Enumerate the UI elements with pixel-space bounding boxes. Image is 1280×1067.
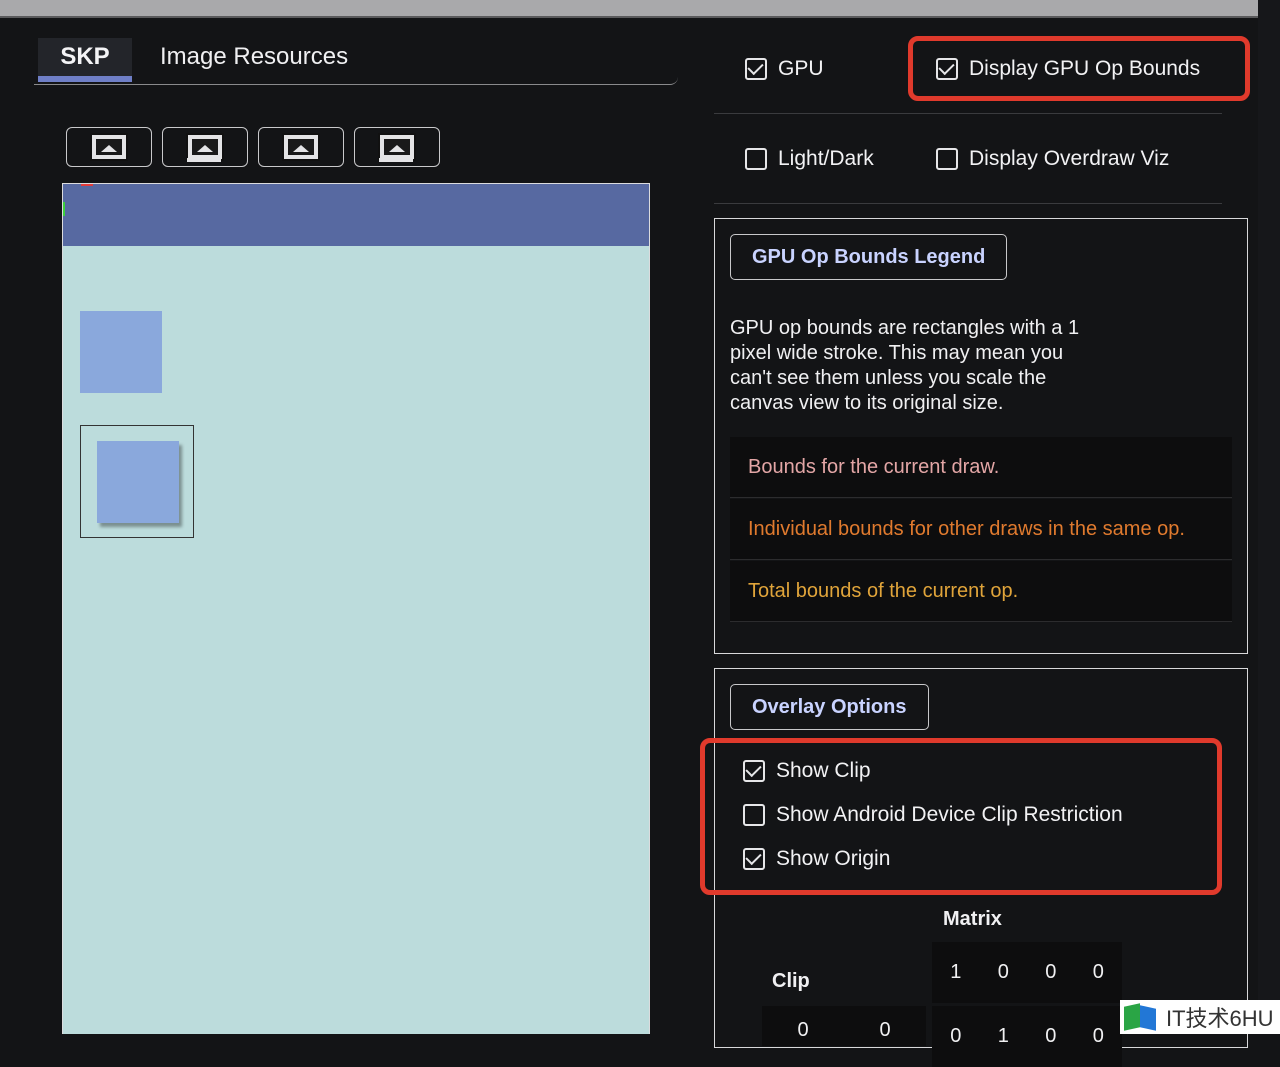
- tab-skp[interactable]: SKP: [38, 38, 132, 82]
- matrix-cell: 0: [1092, 1025, 1104, 1047]
- checkbox-unchecked-icon: [745, 148, 767, 170]
- gpu-op-bounds-legend-panel: GPU Op Bounds Legend GPU op bounds are r…: [714, 218, 1248, 654]
- bar-indicator: [187, 158, 221, 162]
- window-top-bar: [0, 0, 1258, 18]
- watermark: IT技术6HU: [1120, 1000, 1280, 1034]
- matrix-cell: 0: [1045, 961, 1057, 983]
- matrix-cell: 0: [950, 1025, 962, 1047]
- origin-marker-y: [63, 202, 65, 216]
- display-overdraw-viz-label: Display Overdraw Viz: [969, 147, 1170, 170]
- matrix-row-2: 0 1 0 0: [932, 1006, 1122, 1067]
- gpu-checkbox[interactable]: GPU: [745, 54, 824, 84]
- checkbox-checked-icon: [745, 58, 767, 80]
- highlight-box-gpu-op-bounds: [908, 36, 1250, 101]
- watermark-text: IT技术6HU: [1166, 1006, 1274, 1031]
- display-overdraw-viz-checkbox[interactable]: Display Overdraw Viz: [936, 144, 1169, 174]
- highlight-box-overlay-options: [700, 738, 1222, 895]
- separator: [714, 113, 1222, 114]
- canvas-bottom-button[interactable]: [354, 127, 440, 167]
- right-edge: [1258, 0, 1280, 1034]
- legend-item-current-draw: Bounds for the current draw.: [730, 437, 1232, 498]
- light-dark-label: Light/Dark: [778, 147, 874, 170]
- image-actual-size-icon: [186, 133, 224, 161]
- overlay-options-button[interactable]: Overlay Options: [730, 684, 929, 730]
- clip-cell: 0: [879, 1019, 891, 1041]
- matrix-cell: 1: [997, 1025, 1009, 1047]
- clip-row-1: 0 0: [762, 1006, 926, 1046]
- canvas-scroll-button[interactable]: [258, 127, 344, 167]
- tab-bar: SKP Image Resources: [34, 38, 678, 85]
- origin-marker-x: [81, 184, 93, 186]
- canvas-actual-size-button[interactable]: [162, 127, 248, 167]
- canvas-square-shadow: [97, 441, 179, 523]
- watermark-logo-icon: [1122, 1003, 1160, 1031]
- checkbox-unchecked-icon: [936, 148, 958, 170]
- legend-item-total-bounds: Total bounds of the current op.: [730, 561, 1232, 622]
- clip-cell: 0: [797, 1019, 809, 1041]
- matrix-cell: 0: [997, 961, 1009, 983]
- canvas-top-band: [63, 184, 649, 246]
- separator: [714, 203, 1222, 204]
- image-fit-icon: [90, 133, 128, 161]
- legend-description: GPU op bounds are rectangles with a 1 pi…: [730, 317, 1080, 414]
- image-bottom-bar-icon: [378, 133, 416, 161]
- legend-item-other-draws: Individual bounds for other draws in the…: [730, 499, 1232, 560]
- matrix-cell: 0: [1045, 1025, 1057, 1047]
- matrix-row-1: 1 0 0 0: [932, 942, 1122, 1003]
- bar-indicator: [379, 158, 413, 162]
- image-scrollbar-icon: [282, 133, 320, 161]
- canvas-square: [80, 311, 162, 393]
- clip-label: Clip: [772, 970, 810, 992]
- tab-image-resources[interactable]: Image Resources: [160, 38, 348, 78]
- light-dark-checkbox[interactable]: Light/Dark: [745, 144, 874, 174]
- gpu-label: GPU: [778, 57, 824, 80]
- matrix-cell: 0: [1092, 961, 1104, 983]
- skp-canvas[interactable]: [62, 183, 650, 1034]
- matrix-cell: 1: [950, 961, 962, 983]
- canvas-fit-button[interactable]: [66, 127, 152, 167]
- legend-toggle-button[interactable]: GPU Op Bounds Legend: [730, 234, 1008, 280]
- matrix-label: Matrix: [943, 908, 1002, 930]
